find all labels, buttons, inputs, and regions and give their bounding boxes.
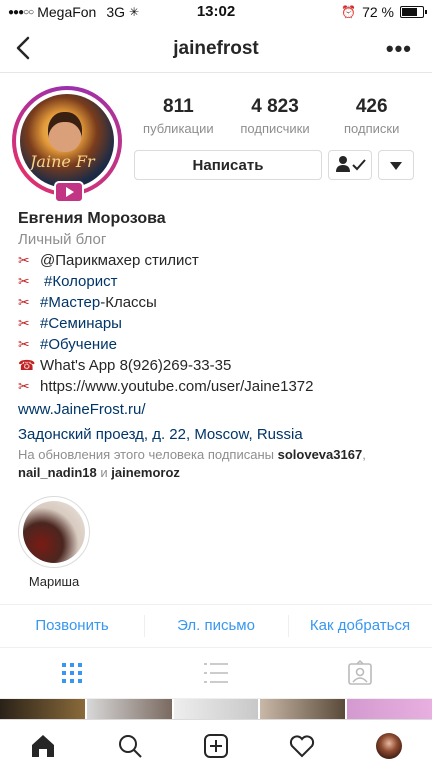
more-options-icon[interactable]: ••• [386,36,412,62]
search-tab[interactable] [86,720,172,771]
hashtag-link[interactable]: #Обучение [40,334,117,355]
suggested-dropdown-button[interactable] [378,150,414,180]
grid-icon [62,663,82,683]
grid-thumbnail[interactable] [0,699,85,719]
bio-line: ✂ #Колорист [18,271,428,292]
profile-avatar: Jaine Fr [20,94,114,188]
igtv-badge-icon[interactable] [54,181,84,203]
top-nav: jainefrost ••• [0,28,432,73]
status-bar: ●●●○○ MegaFon 3G ✳ 13:02 ⏰ 72 % [0,0,432,24]
photo-grid [0,699,432,719]
grid-thumbnail[interactable] [86,699,172,719]
grid-thumbnail[interactable] [260,699,346,719]
profile-tab[interactable] [346,720,432,771]
tagged-person-icon [348,660,372,685]
home-tab[interactable] [0,720,86,771]
activity-tab[interactable] [259,720,345,771]
battery-percent: 72 % [362,4,394,20]
address-link[interactable]: Задонский проезд, д. 22, Moscow, Russia [18,424,428,445]
stat-followers[interactable]: 4 823 подписчики [227,96,324,136]
own-avatar [375,732,402,759]
grid-thumbnail[interactable] [173,699,259,719]
following-button[interactable] [328,150,372,180]
hashtag-link[interactable]: #Колорист [44,271,117,292]
chevron-down-icon [390,161,402,170]
heart-icon [290,734,315,757]
call-button[interactable]: Позвонить [0,605,144,647]
email-button[interactable]: Эл. письмо [144,605,288,647]
following-person-check-icon [336,155,366,172]
profile-category: Личный блог [18,231,107,248]
new-post-tab[interactable] [173,720,259,771]
bio-line: ✂ https://www.youtube.com/user/Jaine1372 [18,378,314,395]
profile-username: jainefrost [173,38,259,59]
contact-actions: Позвонить Эл. письмо Как добраться [0,604,432,648]
highlight-label: Мариша [28,574,80,589]
bio-line: ✂ #Семинары [18,313,428,334]
story-highlight[interactable]: Мариша [18,496,90,589]
avatar-signature: Jaine Fr [30,152,95,171]
bottom-tab-bar [0,719,432,771]
bio-line: ✂ #Мастер -Классы [18,292,157,313]
scissors-icon: ✂ [18,294,30,310]
stat-following[interactable]: 426 подписки [323,96,420,136]
tab-grid[interactable] [0,648,144,698]
profile-stats: 811 публикации 4 823 подписчики 426 подп… [130,96,420,136]
scissors-icon: ✂ [18,252,30,268]
directions-button[interactable]: Как добраться [288,605,432,647]
scissors-icon: ✂ [18,273,30,289]
profile-tabs [0,648,432,699]
add-post-icon [204,733,229,758]
followed-by[interactable]: На обновления этого человека подписаны s… [18,446,418,482]
stat-posts[interactable]: 811 публикации [130,96,227,136]
list-icon [204,663,228,683]
profile-bio: Евгения Морозова Личный блог ✂ @ Парикмах… [18,208,428,445]
hashtag-link[interactable]: #Мастер [40,292,100,313]
tab-list[interactable] [144,648,288,698]
scissors-icon: ✂ [18,378,30,394]
message-button[interactable]: Написать [134,150,322,180]
scissors-icon: ✂ [18,315,30,331]
website-link[interactable]: www.JaineFrost.ru/ [18,399,428,420]
tab-tagged[interactable] [288,648,432,698]
bio-line: ✂ @ Парикмахер стилист [18,252,199,269]
story-ring[interactable]: Jaine Fr [12,86,122,196]
battery-icon [400,6,427,18]
home-icon [32,734,55,757]
telephone-icon: ☎ [18,357,36,373]
bio-line: ✂ #Обучение [18,334,428,355]
grid-thumbnail[interactable] [347,699,432,719]
scissors-icon: ✂ [18,336,30,352]
hashtag-link[interactable]: #Семинары [40,313,122,334]
search-icon [118,734,142,758]
profile-full-name: Евгения Морозова [18,210,166,227]
highlight-cover [23,501,85,563]
alarm-icon: ⏰ [341,5,357,19]
bio-line: ☎ What's App 8(926)269-33-35 [18,357,232,374]
